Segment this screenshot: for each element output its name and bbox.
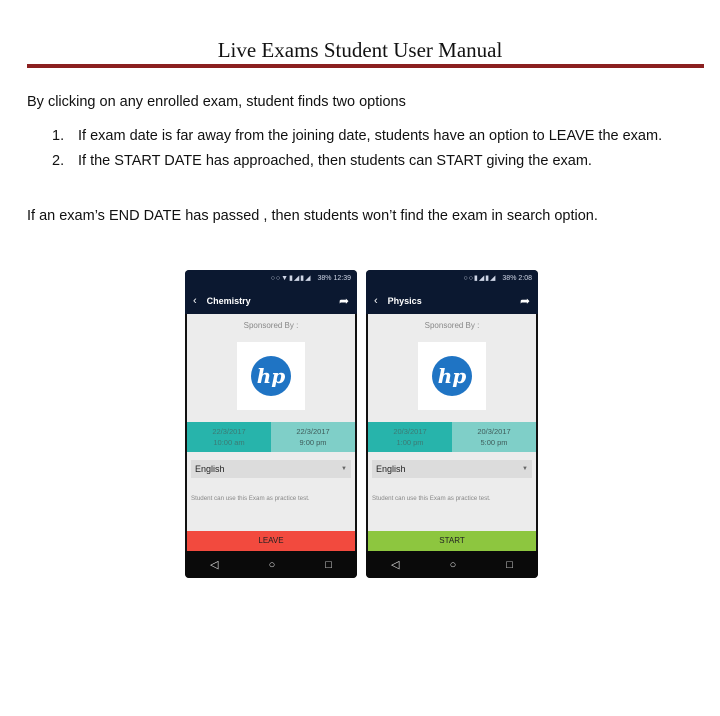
android-nav-bar: ◁ ○ □ — [185, 551, 357, 578]
app-bar: ‹ Chemistry ➦ — [185, 288, 357, 314]
exam-detail-screen: Sponsored By : hp 22/3/2017 10:00 am 22/… — [187, 314, 355, 551]
list-item: 2. If the START DATE has approached, the… — [52, 151, 692, 171]
leave-button[interactable]: LEAVE — [187, 531, 355, 551]
status-icons: ○○▮◢▮◢ — [463, 275, 497, 282]
start-date: 20/3/2017 — [393, 427, 427, 436]
exam-dates: 22/3/2017 10:00 am 22/3/2017 9:00 pm — [187, 422, 355, 452]
sponsor-logo-box: hp — [418, 342, 486, 410]
hp-logo: hp — [432, 356, 472, 396]
end-date-cell: 22/3/2017 9:00 pm — [271, 422, 355, 452]
options-list: 1. If exam date is far away from the joi… — [52, 126, 692, 176]
android-nav-bar: ◁ ○ □ — [366, 551, 538, 578]
circle-home-icon[interactable]: ○ — [269, 559, 276, 571]
exam-detail-screen: Sponsored By : hp 20/3/2017 1:00 pm 20/3… — [368, 314, 536, 551]
dropdown-caret-icon: ▼ — [522, 466, 528, 472]
phone-screenshot-leave: ○○▼▮◢▮◢ 38% 12:39 ‹ Chemistry ➦ Sponsore… — [185, 270, 357, 578]
triangle-back-icon[interactable]: ◁ — [391, 558, 399, 571]
hp-logo: hp — [251, 356, 291, 396]
list-number: 1. — [52, 128, 65, 144]
start-time: 10:00 am — [213, 438, 245, 447]
phone-screenshot-start: ○○▮◢▮◢ 38% 2:08 ‹ Physics ➦ Sponsored By… — [366, 270, 538, 578]
share-icon[interactable]: ➦ — [339, 294, 349, 308]
end-date: 20/3/2017 — [477, 427, 511, 436]
language-value: English — [376, 464, 406, 474]
start-date-cell: 22/3/2017 10:00 am — [187, 422, 271, 452]
end-time: 9:00 pm — [299, 438, 327, 447]
end-date: 22/3/2017 — [296, 427, 330, 436]
exam-subject-title: Physics — [387, 296, 422, 306]
sponsor-logo-box: hp — [237, 342, 305, 410]
status-time: 2:08 — [518, 275, 532, 282]
language-value: English — [195, 464, 225, 474]
end-time: 5:00 pm — [480, 438, 508, 447]
circle-home-icon[interactable]: ○ — [450, 559, 457, 571]
dropdown-caret-icon: ▼ — [341, 466, 347, 472]
start-button[interactable]: START — [368, 531, 536, 551]
start-time: 1:00 pm — [396, 438, 424, 447]
square-recent-icon[interactable]: □ — [325, 559, 332, 571]
start-date-cell: 20/3/2017 1:00 pm — [368, 422, 452, 452]
triangle-back-icon[interactable]: ◁ — [210, 558, 218, 571]
square-recent-icon[interactable]: □ — [506, 559, 513, 571]
list-text: If the START DATE has approached, then s… — [78, 153, 592, 169]
chevron-left-icon[interactable]: ‹ — [374, 295, 378, 307]
status-bar: ○○▮◢▮◢ 38% 2:08 — [366, 270, 538, 288]
intro-text: By clicking on any enrolled exam, studen… — [27, 94, 406, 110]
share-icon[interactable]: ➦ — [520, 294, 530, 308]
practice-note: Student can use this Exam as practice te… — [191, 495, 310, 502]
exam-dates: 20/3/2017 1:00 pm 20/3/2017 5:00 pm — [368, 422, 536, 452]
status-time: 12:39 — [333, 275, 351, 282]
chevron-left-icon[interactable]: ‹ — [193, 295, 197, 307]
list-text: If exam date is far away from the joinin… — [78, 128, 663, 144]
document-title: Live Exams Student User Manual — [217, 38, 503, 62]
app-bar: ‹ Physics ➦ — [366, 288, 538, 314]
list-number: 2. — [52, 153, 65, 169]
sponsored-label: Sponsored By : — [243, 321, 299, 330]
language-select[interactable]: English ▼ — [191, 460, 351, 478]
practice-note: Student can use this Exam as practice te… — [372, 495, 491, 502]
sponsored-label: Sponsored By : — [424, 321, 480, 330]
status-icons: ○○▼▮◢▮◢ — [270, 275, 312, 282]
outro-text: If an exam’s END DATE has passed , then … — [27, 208, 598, 224]
exam-subject-title: Chemistry — [206, 296, 251, 306]
start-date: 22/3/2017 — [212, 427, 246, 436]
battery-level: 38% — [502, 275, 517, 282]
status-bar: ○○▼▮◢▮◢ 38% 12:39 — [185, 270, 357, 288]
title-rule — [27, 64, 704, 68]
battery-level: 38% — [317, 275, 332, 282]
list-item: 1. If exam date is far away from the joi… — [52, 126, 692, 146]
end-date-cell: 20/3/2017 5:00 pm — [452, 422, 536, 452]
language-select[interactable]: English ▼ — [372, 460, 532, 478]
